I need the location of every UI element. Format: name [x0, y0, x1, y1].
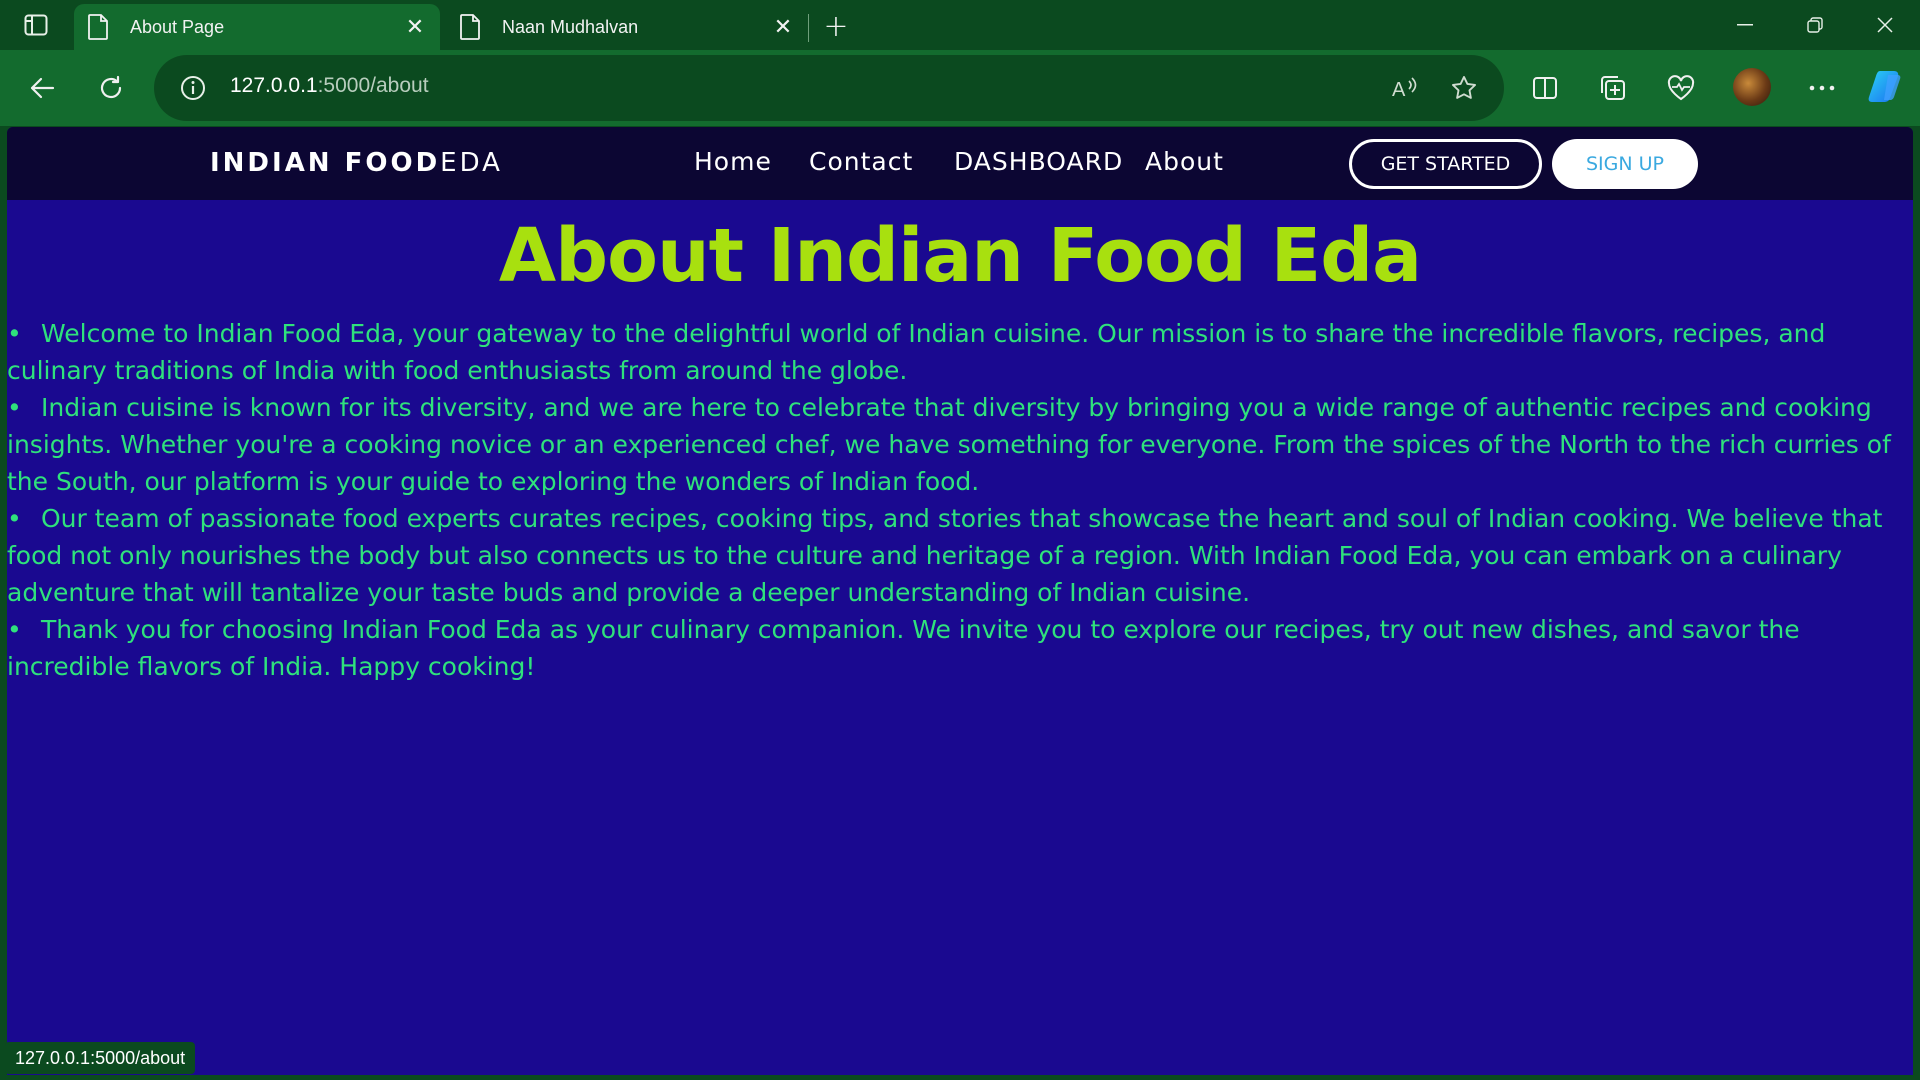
site-logo[interactable]: INDIAN FOODEDA	[210, 148, 503, 178]
site-navbar: INDIAN FOODEDA Home Contact DASHBOARD Ab…	[7, 127, 1913, 200]
favorite-star-icon[interactable]	[1447, 71, 1481, 105]
split-screen-icon[interactable]	[1525, 68, 1565, 108]
tab-about-page[interactable]: About Page ✕	[74, 4, 440, 50]
brand-light: EDA	[440, 148, 503, 178]
back-icon[interactable]	[22, 68, 62, 108]
page-icon	[88, 14, 110, 40]
get-started-button[interactable]: GET STARTED	[1349, 139, 1542, 189]
page-icon	[460, 14, 482, 40]
status-bar-url: 127.0.0.1:5000/about	[5, 1042, 196, 1074]
url-text[interactable]: 127.0.0.1:5000/about	[230, 74, 429, 98]
close-tab-icon[interactable]: ✕	[404, 14, 426, 39]
url-host: 127.0.0.1	[230, 74, 318, 97]
refresh-icon[interactable]	[91, 68, 131, 108]
nav-about[interactable]: About	[1145, 147, 1224, 176]
brand-bold: INDIAN FOOD	[210, 148, 441, 178]
browser-toolbar: 127.0.0.1:5000/about A	[0, 50, 1920, 126]
close-tab-icon[interactable]: ✕	[772, 14, 794, 39]
tab-title: About Page	[130, 16, 225, 37]
nav-contact[interactable]: Contact	[809, 147, 913, 176]
list-item: Thank you for choosing Indian Food Eda a…	[7, 611, 1913, 685]
address-bar[interactable]: 127.0.0.1:5000/about A	[154, 55, 1504, 121]
about-list: Welcome to Indian Food Eda, your gateway…	[7, 315, 1913, 685]
more-options-icon[interactable]	[1802, 68, 1842, 108]
nav-dashboard[interactable]: DASHBOARD	[954, 147, 1123, 176]
tab-naan-mudhalvan[interactable]: Naan Mudhalvan ✕	[446, 4, 808, 50]
tab-strip: About Page ✕ Naan Mudhalvan ✕ +	[0, 0, 1920, 50]
tab-divider	[808, 14, 809, 42]
restore-icon[interactable]	[1780, 0, 1850, 50]
list-item: Our team of passionate food experts cura…	[7, 500, 1913, 611]
sign-up-button[interactable]: SIGN UP	[1552, 139, 1698, 189]
new-tab-button[interactable]: +	[818, 8, 854, 44]
tab-actions-icon[interactable]	[14, 10, 58, 40]
minimize-icon[interactable]	[1710, 0, 1780, 50]
page-viewport: INDIAN FOODEDA Home Contact DASHBOARD Ab…	[7, 127, 1913, 1075]
list-item: Indian cuisine is known for its diversit…	[7, 389, 1913, 500]
list-item: Welcome to Indian Food Eda, your gateway…	[7, 315, 1913, 389]
url-path: :5000/about	[317, 74, 429, 97]
svg-text:A: A	[1392, 79, 1406, 101]
copilot-icon[interactable]	[1866, 66, 1906, 106]
tab-title: Naan Mudhalvan	[502, 16, 639, 37]
page-title: About Indian Food Eda	[498, 213, 1422, 299]
site-info-icon[interactable]	[180, 75, 206, 101]
nav-home[interactable]: Home	[694, 147, 772, 176]
read-aloud-icon[interactable]: A	[1388, 71, 1422, 105]
profile-avatar[interactable]	[1733, 68, 1771, 106]
close-window-icon[interactable]	[1850, 0, 1920, 50]
collections-icon[interactable]	[1593, 68, 1633, 108]
browser-essentials-icon[interactable]	[1661, 68, 1701, 108]
